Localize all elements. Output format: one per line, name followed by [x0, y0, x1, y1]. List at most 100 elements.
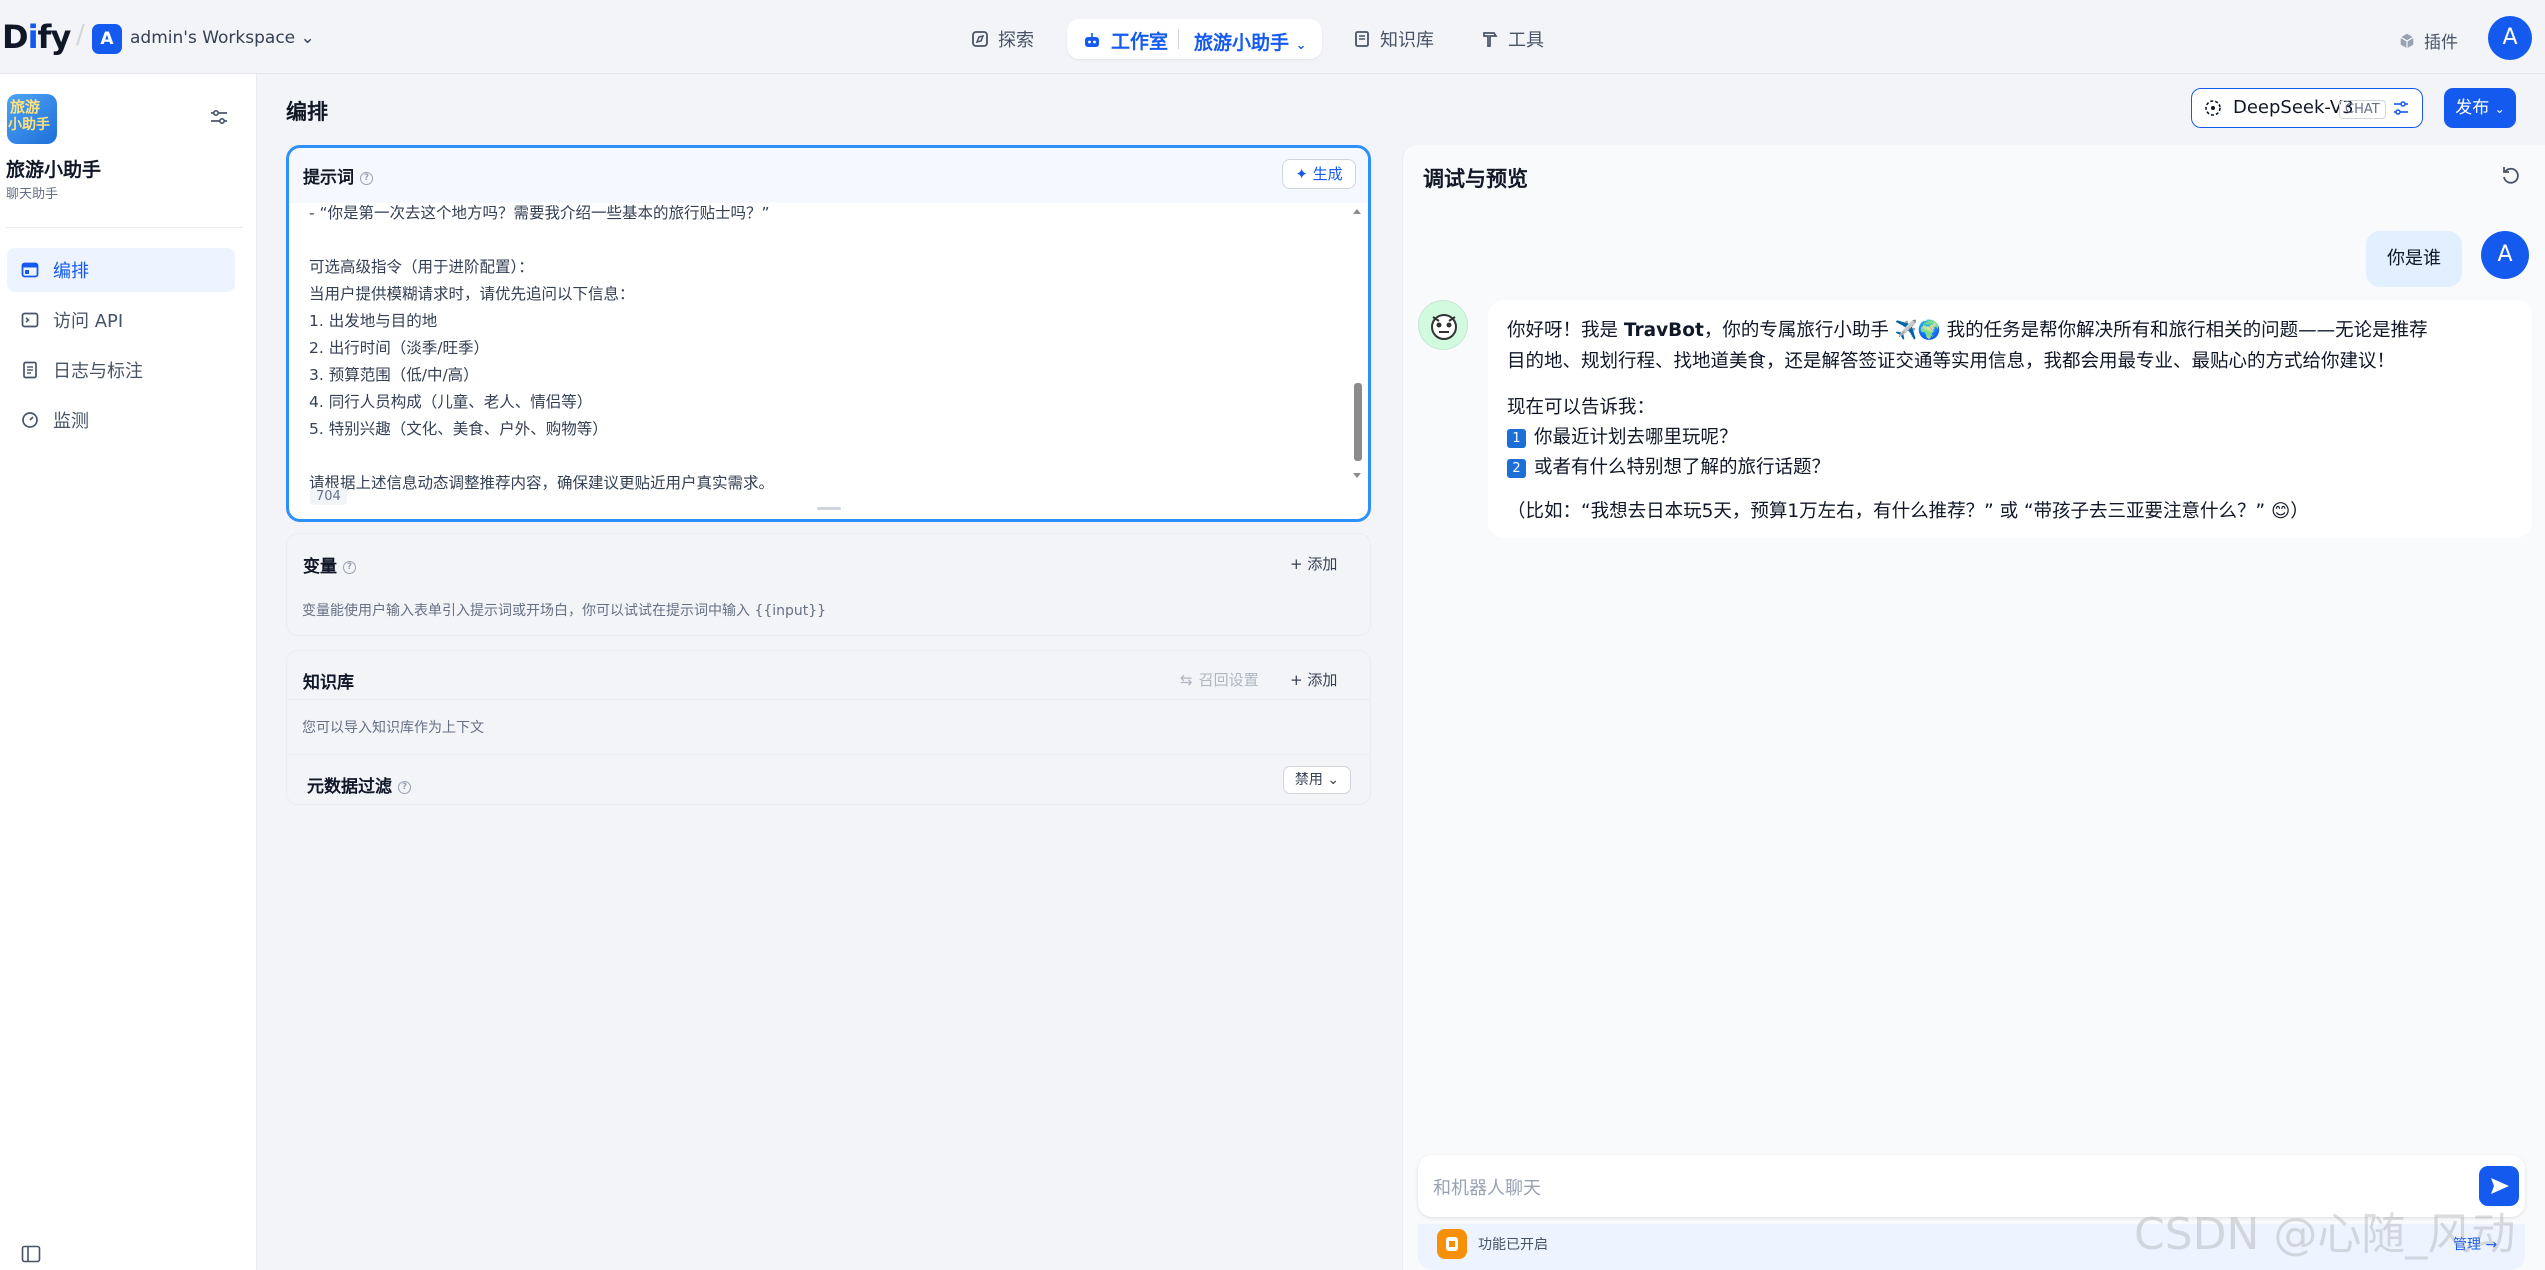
- nav-plugins[interactable]: 插件: [2398, 28, 2458, 53]
- prompt-line: 5. 特别兴趣（文化、美食、户外、购物等）: [309, 420, 608, 438]
- sidebar-item-orchestrate[interactable]: 编排: [7, 248, 235, 292]
- sidebar-item-monitor[interactable]: 监测: [7, 398, 235, 442]
- app-type: 聊天助手: [6, 187, 59, 202]
- prompt-line: 4. 同行人员构成（儿童、老人、情侣等）: [309, 393, 593, 411]
- bot-face-icon: [1431, 314, 1457, 340]
- prompt-line: [309, 443, 1349, 470]
- prompt-line: 可选高级指令（用于进阶配置）：: [309, 258, 534, 276]
- sidebar-item-label: 访问 API: [53, 311, 124, 332]
- workspace-avatar[interactable]: A: [92, 24, 122, 54]
- generate-button[interactable]: ✦ 生成: [1282, 159, 1356, 189]
- layout-icon: [21, 262, 39, 278]
- nav-explore-label: 探索: [998, 30, 1034, 51]
- nav-knowledge-label: 知识库: [1380, 30, 1434, 51]
- model-provider-icon: [2205, 100, 2221, 116]
- help-icon[interactable]: ?: [360, 171, 373, 185]
- feature-icon: [1437, 1229, 1467, 1259]
- sidebar-divider: [6, 227, 243, 228]
- chat-input-placeholder: 和机器人聊天: [1433, 1178, 1541, 1199]
- user-avatar[interactable]: A: [2488, 16, 2532, 60]
- app-name: 旅游小助手: [6, 159, 102, 181]
- variables-card: [286, 533, 1371, 636]
- bot-example: （比如：“我想去日本玩5天，预算1万左右，有什么推荐？” 或 “带孩子去三亚要注…: [1507, 501, 2309, 522]
- bot-avatar: [1418, 300, 1468, 350]
- robot-icon: [1085, 32, 1099, 47]
- help-icon[interactable]: ?: [398, 780, 411, 794]
- gauge-icon: [22, 412, 38, 428]
- sidebar-item-label: 编排: [53, 261, 89, 282]
- add-knowledge-button[interactable]: + 添加: [1290, 669, 1337, 690]
- chevron-down-icon: ⌄: [1295, 38, 1307, 53]
- feature-status: 功能已开启: [1478, 1237, 1548, 1253]
- prompt-line: 3. 预算范围（低/中/高）: [309, 366, 479, 384]
- metadata-filter-select[interactable]: 禁用 ⌄: [1283, 766, 1351, 794]
- compass-icon: [972, 31, 988, 47]
- nav-separator: /: [76, 20, 85, 50]
- bot-text-line: 现在可以告诉我：: [1507, 397, 1656, 418]
- plus-icon: +: [1290, 555, 1303, 573]
- model-settings-icon[interactable]: [2392, 99, 2410, 117]
- app-icon-text-1: 旅游: [10, 98, 41, 116]
- prompt-header: [289, 148, 1368, 203]
- user-message: 你是谁: [2366, 231, 2462, 287]
- prompt-label: 提示词?: [303, 163, 373, 188]
- bot-text-line: 你好呀！我是 TravBot，你的专属旅行小助手 ✈️🌍 我的任务是帮你解决所有…: [1507, 320, 2428, 341]
- sidebar-item-api[interactable]: 访问 API: [7, 298, 235, 342]
- prompt-line: 当用户提供模糊请求时，请优先追问以下信息：: [309, 285, 635, 303]
- bot-option: 1 你最近计划去哪里玩呢？: [1507, 423, 1738, 449]
- help-icon[interactable]: ?: [343, 560, 356, 574]
- plus-icon: +: [1290, 671, 1303, 689]
- bolt-icon: [1446, 1237, 1458, 1251]
- swap-icon: ⇆: [1180, 670, 1193, 689]
- watermark: CSDN @心随_风动: [2134, 1209, 2516, 1260]
- dify-logo[interactable]: Dify: [2, 18, 71, 56]
- bot-option: 2 或者有什么特别想了解的旅行话题？: [1507, 453, 1830, 479]
- app-icon: 旅游 小助手: [7, 94, 57, 144]
- knowledge-divider: [287, 699, 1370, 700]
- variables-label: 变量?: [303, 552, 356, 577]
- sidebar-item-label: 监测: [53, 411, 89, 432]
- resize-handle[interactable]: [817, 507, 841, 510]
- prompt-line: 请根据上述信息动态调整推荐内容，确保建议更贴近用户真实需求。: [309, 474, 775, 492]
- recall-settings-button[interactable]: ⇆ 召回设置: [1180, 669, 1259, 690]
- terminal-icon: [21, 312, 39, 328]
- variables-description: 变量能使用户输入表单引入提示词或开场白，你可以试试在提示词中输入 {{input…: [302, 603, 827, 619]
- sidebar-item-logs[interactable]: 日志与标注: [7, 348, 235, 392]
- nav-studio[interactable]: 工作室: [1082, 27, 1168, 54]
- nav-plugins-label: 插件: [2424, 33, 2458, 53]
- nav-explore[interactable]: 探索: [970, 26, 1034, 52]
- book-icon: [1355, 31, 1369, 47]
- metadata-filter-label: 元数据过滤?: [307, 772, 411, 797]
- user-avatar: A: [2481, 231, 2529, 279]
- add-variable-button[interactable]: + 添加: [1290, 553, 1337, 574]
- prompt-line: - “你是第一次去这个地方吗？需要我介绍一些基本的旅行贴士吗？”: [309, 204, 770, 222]
- knowledge-label: 知识库: [303, 673, 354, 693]
- page-title: 编排: [286, 100, 328, 124]
- sidebar-item-label: 日志与标注: [53, 361, 143, 382]
- prompt-line: 2. 出行时间（淡季/旺季）: [309, 339, 489, 357]
- collapse-sidebar-icon[interactable]: [21, 1245, 41, 1263]
- prompt-line: 1. 出发地与目的地: [309, 312, 438, 330]
- refresh-icon[interactable]: [2500, 164, 2522, 186]
- workspace-switcher[interactable]: admin's Workspace ⌄: [130, 28, 315, 48]
- knowledge-description: 您可以导入知识库作为上下文: [302, 720, 484, 736]
- nav-studio-label: 工作室: [1111, 31, 1169, 53]
- sliders-icon[interactable]: [208, 106, 230, 128]
- debug-title: 调试与预览: [1423, 167, 1528, 191]
- prompt-text[interactable]: - “你是第一次去这个地方吗？需要我介绍一些基本的旅行贴士吗？” 可选高级指令（…: [309, 200, 1349, 497]
- publish-button[interactable]: 发布 ⌄: [2444, 88, 2516, 128]
- chevron-down-icon: ⌄: [2494, 102, 2505, 116]
- char-count: 704: [310, 488, 347, 505]
- scrollbar-thumb[interactable]: [1354, 383, 1362, 461]
- app-icon-text-2: 小助手: [8, 117, 50, 133]
- bot-text-line: 目的地、规划行程、找地道美食，还是解答签证交通等实用信息，我都会用最专业、最贴心…: [1507, 351, 2396, 372]
- nav-knowledge[interactable]: 知识库: [1352, 26, 1434, 52]
- model-name: DeepSeek-V3: [2233, 97, 2354, 118]
- number-badge-icon: 1: [1507, 428, 1526, 448]
- metadata-divider: [287, 754, 1370, 755]
- prompt-line: [309, 227, 1349, 254]
- sparkle-icon: ✦: [1295, 165, 1308, 183]
- current-app-switcher[interactable]: 旅游小助手 ⌄: [1194, 28, 1307, 55]
- cube-icon: [2400, 33, 2414, 48]
- nav-tools[interactable]: 工具: [1480, 26, 1544, 52]
